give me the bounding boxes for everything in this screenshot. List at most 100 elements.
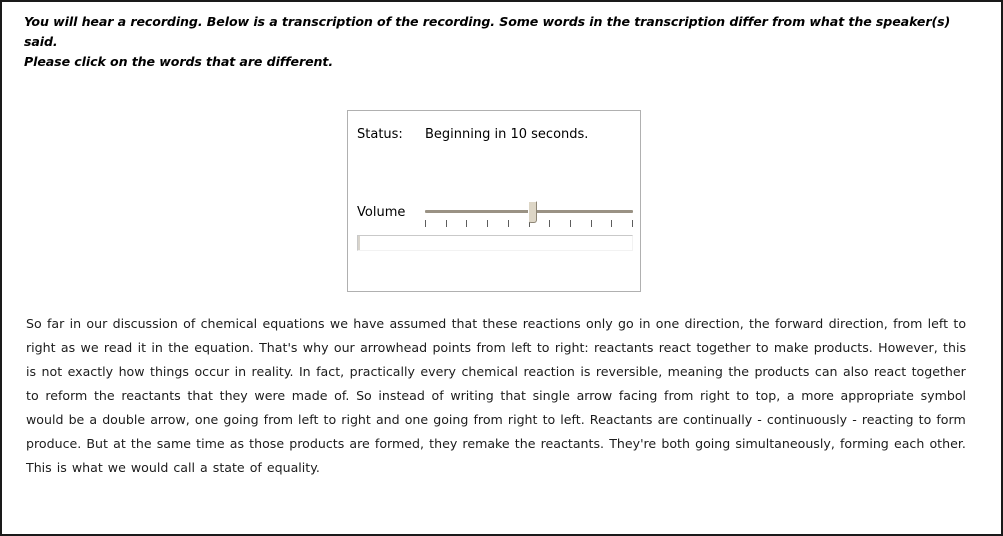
transcript-word[interactable]: arrow [577,388,613,403]
transcript-word[interactable]: to [537,340,550,355]
transcript-word[interactable]: call [173,460,195,475]
transcript-word[interactable]: going [433,412,468,427]
transcript-word[interactable]: far [47,316,64,331]
transcript-word[interactable]: time [196,436,224,451]
transcript-word[interactable]: also [843,364,868,379]
transcript-word[interactable]: things [150,364,189,379]
transcript-word[interactable]: products [289,436,344,451]
transcript-word[interactable]: forward [775,316,823,331]
transcript-word[interactable]: are [349,436,369,451]
transcript-word[interactable]: as [230,436,244,451]
transcription-text[interactable]: So far in our discussion of chemical equ… [26,312,966,480]
transcript-word[interactable]: from [476,340,505,355]
transcript-word[interactable]: reactants [121,388,180,403]
transcript-word[interactable]: - [852,412,857,427]
transcript-word[interactable]: products [754,364,809,379]
transcript-word[interactable]: would [26,412,63,427]
transcript-word[interactable]: This [26,460,52,475]
transcript-word[interactable]: state [213,460,245,475]
transcript-word[interactable]: and [376,412,400,427]
transcript-word[interactable]: in [639,316,650,331]
transcript-word[interactable]: from [664,388,693,403]
transcript-word[interactable]: double [102,412,145,427]
transcript-word[interactable]: together [912,364,966,379]
volume-slider[interactable] [425,199,633,239]
transcript-word[interactable]: a [787,388,795,403]
transcript-word[interactable]: react [874,364,906,379]
transcript-word[interactable]: discussion [113,316,178,331]
transcript-word[interactable]: instead [378,388,424,403]
transcript-word[interactable]: is [57,460,67,475]
transcript-word[interactable]: this [943,340,966,355]
transcript-word[interactable]: from [893,316,922,331]
transcript-word[interactable]: left [928,316,948,331]
transcript-word[interactable]: both [661,436,690,451]
playback-progress-bar[interactable] [357,235,633,251]
transcript-word[interactable]: But [86,436,108,451]
transcript-word[interactable]: arrow, [150,412,190,427]
transcript-word[interactable]: to [324,412,337,427]
transcript-word[interactable]: forming [840,436,889,451]
transcript-word[interactable]: form [936,412,965,427]
transcript-word[interactable]: chemical [201,316,258,331]
transcript-word[interactable]: reversible, [596,364,662,379]
transcript-word[interactable]: equations [262,316,324,331]
transcript-word[interactable]: other. [929,436,965,451]
transcript-word[interactable]: arrowhead [360,340,427,355]
transcript-word[interactable]: left [298,412,318,427]
transcript-word[interactable]: from [474,412,503,427]
transcript-word[interactable]: made [292,388,328,403]
transcript-word[interactable]: practically [350,364,415,379]
transcript-word[interactable]: the [94,388,115,403]
transcript-word[interactable]: the [131,436,152,451]
transcript-word[interactable]: assumed [389,316,446,331]
transcript-word[interactable]: right [341,412,371,427]
transcript-word[interactable]: writing [450,388,493,403]
transcript-word[interactable]: reactions [523,316,581,331]
transcript-word[interactable]: is [26,364,36,379]
transcript-word[interactable]: they [429,436,457,451]
transcript-word[interactable]: exactly [68,364,114,379]
transcript-word[interactable]: to [543,412,556,427]
transcript-word[interactable]: in [70,316,81,331]
transcript-word[interactable]: direction, [829,316,888,331]
transcript-word[interactable]: that [452,316,478,331]
transcript-word[interactable]: In [299,364,311,379]
transcript-word[interactable]: So [356,388,372,403]
transcript-word[interactable]: left [511,340,531,355]
transcript-word[interactable]: is [580,364,590,379]
transcript-word[interactable]: of [250,460,262,475]
transcript-word[interactable]: of [432,388,444,403]
transcript-word[interactable]: to [953,316,966,331]
transcript-word[interactable]: together [696,340,750,355]
transcript-word[interactable]: from [264,412,293,427]
transcript-word[interactable]: how [119,364,145,379]
transcript-word[interactable]: that [187,388,213,403]
transcript-word[interactable]: direction, [685,316,744,331]
transcript-word[interactable]: why [303,340,329,355]
transcript-word[interactable]: more [801,388,834,403]
transcript-word[interactable]: Reactants [590,412,653,427]
transcript-word[interactable]: to [756,340,769,355]
transcript-word[interactable]: to [919,412,932,427]
transcript-word[interactable]: right [508,412,538,427]
transcript-word[interactable]: these [482,316,517,331]
transcript-word[interactable]: we [81,340,99,355]
transcript-word[interactable]: one [656,316,679,331]
transcript-word[interactable]: in [151,340,162,355]
transcript-word[interactable]: left. [560,412,584,427]
transcript-word[interactable]: reaction [523,364,574,379]
transcript-word[interactable]: the [749,316,770,331]
transcript-word[interactable]: symbol [921,388,966,403]
transcript-word[interactable]: They're [609,436,656,451]
transcript-word[interactable]: continuously [767,412,847,427]
transcript-word[interactable]: top, [756,388,781,403]
transcript-word[interactable]: of. [334,388,349,403]
transcript-word[interactable]: be [69,412,85,427]
transcript-word[interactable]: go [618,316,634,331]
transcript-word[interactable]: our [334,340,355,355]
transcript-word[interactable]: remake [462,436,509,451]
transcript-word[interactable]: products. [814,340,873,355]
transcript-word[interactable]: right [26,340,56,355]
transcript-word[interactable]: fact, [316,364,344,379]
